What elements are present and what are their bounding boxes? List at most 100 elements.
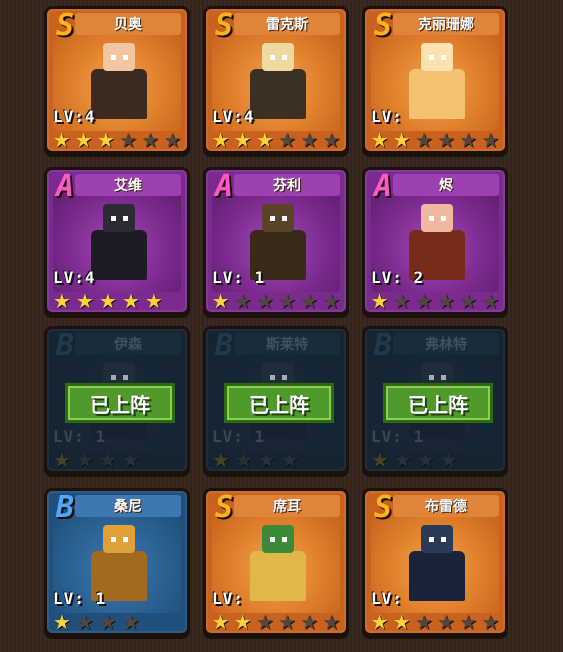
star-icon: ★ xyxy=(53,289,71,313)
hero-sprite-eye xyxy=(282,55,287,60)
star-icon: ★ xyxy=(370,128,389,152)
deployed-badge: 已上阵 xyxy=(383,383,493,423)
hero-sprite-body xyxy=(91,230,147,280)
deployed-badge: 已上阵 xyxy=(224,383,334,423)
hero-sprite-head xyxy=(421,204,453,232)
star-rating: ★ ★ ★ ★ ★ ★ xyxy=(210,129,342,151)
star-icon: ★ xyxy=(145,289,163,313)
star-icon: ★ xyxy=(437,128,456,152)
star-icon: ★ xyxy=(76,289,94,313)
hero-sprite-head xyxy=(103,43,135,71)
star-rating: ★ ★ ★ ★ xyxy=(51,611,183,633)
star-icon: ★ xyxy=(53,610,71,634)
hero-level: LV: xyxy=(371,589,403,608)
star-icon: ★ xyxy=(370,289,389,313)
star-icon: ★ xyxy=(322,610,341,634)
star-rating: ★ ★ ★ ★ ★ ★ xyxy=(51,129,183,151)
hero-name: 布雷德 xyxy=(393,495,499,517)
star-icon: ★ xyxy=(233,128,252,152)
hero-sprite-eye xyxy=(123,55,128,60)
hero-name: 席耳 xyxy=(234,495,340,517)
hero-sprite-eye xyxy=(270,537,275,542)
hero-sprite xyxy=(395,43,479,123)
hero-level: LV: 1 xyxy=(212,268,266,287)
star-icon: ★ xyxy=(141,128,160,152)
hero-card[interactable]: B 弗林特 LV: 1 ★ ★ ★ ★ 已上阵 xyxy=(362,326,508,474)
star-rating: ★ ★ ★ ★ ★ ★ xyxy=(210,611,342,633)
hero-sprite-body xyxy=(409,69,465,119)
hero-grid: S 贝奥 LV:4 ★ ★ ★ ★ ★ ★ S 雷克斯 LV:4 ★ ★ ★ ★ ★ ★ S 克丽珊娜 LV: ★ ★ ★ ★ ★… xyxy=(0,0,563,652)
hero-card[interactable]: S 贝奥 LV:4 ★ ★ ★ ★ ★ ★ xyxy=(44,6,190,154)
hero-sprite-body xyxy=(250,69,306,119)
hero-level: LV: xyxy=(371,107,403,126)
star-icon: ★ xyxy=(278,128,297,152)
hero-sprite-eye xyxy=(123,537,128,542)
hero-card[interactable]: S 雷克斯 LV:4 ★ ★ ★ ★ ★ ★ xyxy=(203,6,349,154)
deployed-badge: 已上阵 xyxy=(65,383,175,423)
star-icon: ★ xyxy=(300,289,319,313)
hero-sprite-eye xyxy=(282,216,287,221)
hero-card[interactable]: B 斯莱特 LV: 1 ★ ★ ★ ★ 已上阵 xyxy=(203,326,349,474)
hero-sprite-eye xyxy=(429,216,434,221)
hero-sprite-eye xyxy=(429,55,434,60)
star-icon: ★ xyxy=(322,289,341,313)
hero-sprite-eye xyxy=(282,537,287,542)
star-icon: ★ xyxy=(300,128,319,152)
hero-card[interactable]: A 艾维 LV:4 ★ ★ ★ ★ ★ xyxy=(44,167,190,315)
hero-sprite-body xyxy=(409,551,465,601)
hero-card[interactable]: A 烬 LV: 2 ★ ★ ★ ★ ★ ★ xyxy=(362,167,508,315)
hero-card[interactable]: B 伊森 LV: 1 ★ ★ ★ ★ 已上阵 xyxy=(44,326,190,474)
hero-name: 克丽珊娜 xyxy=(393,13,499,35)
hero-sprite-head xyxy=(421,525,453,553)
star-icon: ★ xyxy=(211,128,230,152)
star-icon: ★ xyxy=(392,128,411,152)
star-icon: ★ xyxy=(481,289,500,313)
hero-name: 贝奥 xyxy=(75,13,181,35)
hero-sprite-eye xyxy=(111,216,116,221)
hero-sprite-eye xyxy=(441,537,446,542)
hero-sprite-eye xyxy=(123,216,128,221)
hero-sprite-head xyxy=(262,204,294,232)
hero-card[interactable]: S 席耳 LV: ★ ★ ★ ★ ★ ★ xyxy=(203,488,349,636)
star-icon: ★ xyxy=(459,128,478,152)
hero-level: LV:4 xyxy=(53,268,96,287)
star-icon: ★ xyxy=(122,289,140,313)
star-icon: ★ xyxy=(481,610,500,634)
star-icon: ★ xyxy=(96,128,115,152)
star-icon: ★ xyxy=(99,289,117,313)
star-icon: ★ xyxy=(119,128,138,152)
hero-sprite-eye xyxy=(441,216,446,221)
hero-sprite-eye xyxy=(111,55,116,60)
star-icon: ★ xyxy=(76,610,94,634)
star-icon: ★ xyxy=(74,128,93,152)
hero-level: LV: 1 xyxy=(53,589,107,608)
hero-sprite xyxy=(236,525,320,605)
hero-card[interactable]: A 芬利 LV: 1 ★ ★ ★ ★ ★ ★ xyxy=(203,167,349,315)
hero-level: LV:4 xyxy=(53,107,96,126)
star-icon: ★ xyxy=(99,610,117,634)
star-icon: ★ xyxy=(278,289,297,313)
star-icon: ★ xyxy=(481,128,500,152)
hero-name: 艾维 xyxy=(75,174,181,196)
hero-level: LV: 2 xyxy=(371,268,425,287)
star-icon: ★ xyxy=(255,289,274,313)
star-icon: ★ xyxy=(278,610,297,634)
star-icon: ★ xyxy=(233,610,252,634)
star-icon: ★ xyxy=(255,610,274,634)
hero-card[interactable]: S 布雷德 LV: ★ ★ ★ ★ ★ ★ xyxy=(362,488,508,636)
star-rating: ★ ★ ★ ★ ★ ★ xyxy=(369,290,501,312)
hero-sprite-eye xyxy=(270,216,275,221)
star-icon: ★ xyxy=(52,128,71,152)
hero-sprite-eye xyxy=(429,537,434,542)
hero-name: 雷克斯 xyxy=(234,13,340,35)
star-icon: ★ xyxy=(437,289,456,313)
hero-card[interactable]: S 克丽珊娜 LV: ★ ★ ★ ★ ★ ★ xyxy=(362,6,508,154)
star-rating: ★ ★ ★ ★ ★ ★ xyxy=(210,290,342,312)
star-rating: ★ ★ ★ ★ ★ ★ xyxy=(369,611,501,633)
star-icon: ★ xyxy=(163,128,182,152)
hero-level: LV:4 xyxy=(212,107,255,126)
star-icon: ★ xyxy=(300,610,319,634)
hero-card[interactable]: B 桑尼 LV: 1 ★ ★ ★ ★ xyxy=(44,488,190,636)
star-rating: ★ ★ ★ ★ ★ xyxy=(51,290,183,312)
hero-sprite-head xyxy=(103,525,135,553)
